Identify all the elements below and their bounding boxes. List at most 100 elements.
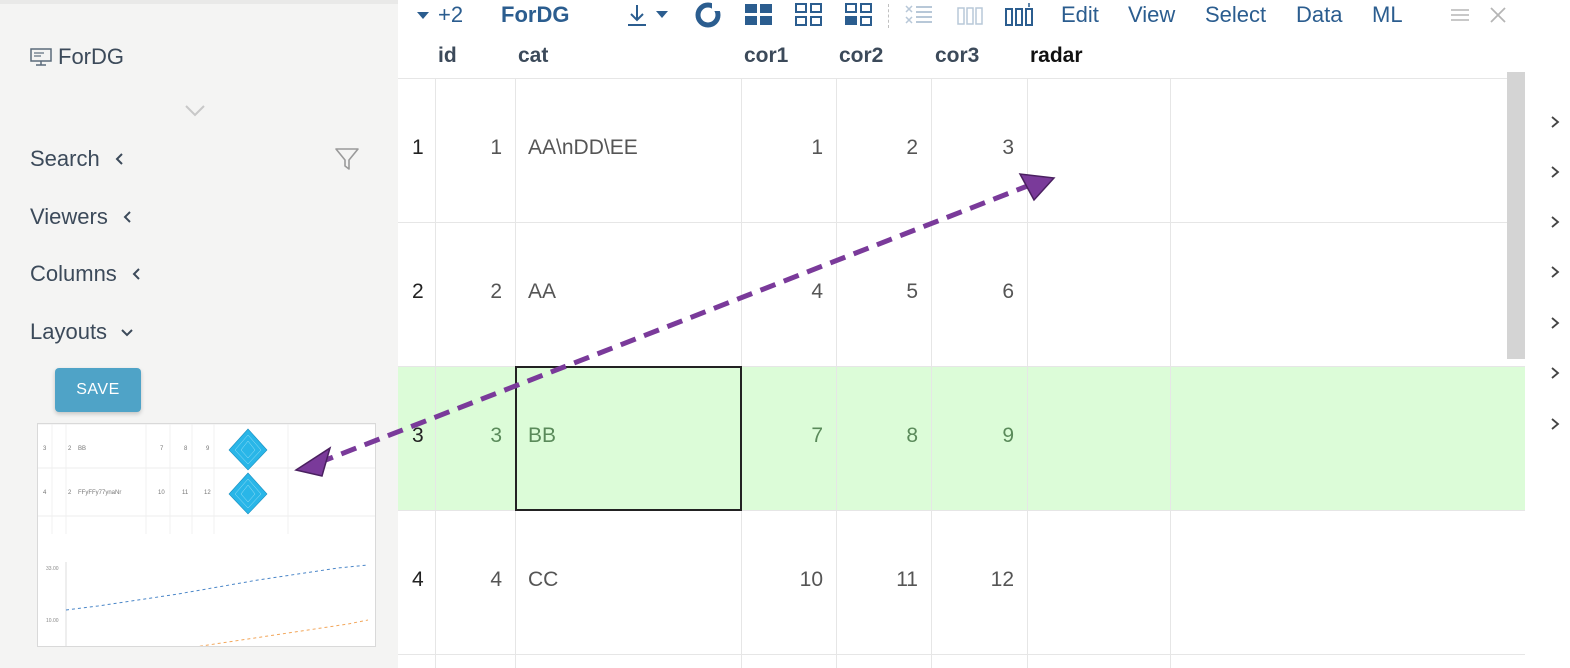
menu-edit[interactable]: Edit <box>1061 2 1099 28</box>
sidebar-item-label: Search <box>30 146 100 171</box>
cell-id[interactable]: 3 <box>458 424 502 448</box>
cell-cor1[interactable]: 10 <box>741 568 823 592</box>
thumb-cat: BB <box>78 446 86 452</box>
grid-layout-icon <box>745 4 772 25</box>
cell-cor1[interactable]: 4 <box>741 280 823 304</box>
sidebar: ForDG Search Viewers Columns Layouts SAV… <box>0 0 398 668</box>
column-header-cor1[interactable]: cor1 <box>744 34 788 78</box>
chevron-right-icon[interactable] <box>1548 316 1562 330</box>
column-divider <box>1170 78 1171 668</box>
sidebar-item-label: Layouts <box>30 319 108 344</box>
cell-cat[interactable]: CC <box>528 568 558 592</box>
chevron-right-icon[interactable] <box>1548 417 1562 431</box>
layout-tiles-button[interactable] <box>794 2 824 28</box>
table-name[interactable]: ForDG <box>501 2 569 28</box>
column-header-cor2[interactable]: cor2 <box>839 34 883 78</box>
chevron-left-icon <box>123 211 131 223</box>
cell-id[interactable]: 4 <box>458 568 502 592</box>
menu-data[interactable]: Data <box>1296 2 1342 28</box>
chevron-right-icon[interactable] <box>1548 366 1562 380</box>
cell-cor3[interactable]: 9 <box>931 424 1014 448</box>
current-cell-outline <box>515 366 742 511</box>
cell-id[interactable]: 2 <box>458 280 502 304</box>
sidebar-item-layouts[interactable]: Layouts <box>30 319 133 345</box>
columns-muted-icon <box>957 7 983 25</box>
thumb-value: 9 <box>206 446 210 452</box>
cell-cat[interactable]: AA\nDD\EE <box>528 136 638 160</box>
sidebar-item-label: Viewers <box>30 204 108 229</box>
layout-mixed-button[interactable] <box>844 2 874 28</box>
more-tables-count: +2 <box>438 2 464 27</box>
layout-thumbnail-preview: 3 2 BB 7 8 9 4 2 FFyFFy77ynaNr 10 11 12 <box>38 424 375 646</box>
menu-select[interactable]: Select <box>1205 2 1266 28</box>
thumb-blue-line <box>65 564 369 611</box>
row-number[interactable]: 1 <box>412 136 424 160</box>
cell-cor3[interactable]: 12 <box>931 568 1014 592</box>
row-number[interactable]: 2 <box>412 280 424 304</box>
menu-ml[interactable]: ML <box>1372 2 1403 28</box>
vertical-scrollbar[interactable] <box>1507 72 1525 359</box>
cell-cor2[interactable]: 2 <box>836 136 918 160</box>
cell-id[interactable]: 1 <box>458 136 502 160</box>
column-header-cat[interactable]: cat <box>518 34 548 78</box>
hamburger-icon <box>1451 9 1469 21</box>
monitor-icon <box>30 48 52 66</box>
chevron-down-icon[interactable] <box>184 104 206 118</box>
refresh-icon <box>695 2 722 28</box>
thumb-value: 8 <box>184 446 188 452</box>
app-title[interactable]: ForDG <box>30 44 124 70</box>
chevron-right-icon[interactable] <box>1548 265 1562 279</box>
cell-cor1[interactable]: 7 <box>741 424 823 448</box>
thumb-axis-label: 33.00 <box>46 566 59 572</box>
cell-cor1[interactable]: 1 <box>741 136 823 160</box>
column-header-id[interactable]: id <box>438 34 457 78</box>
cell-cor2[interactable]: 8 <box>836 424 918 448</box>
thumb-value: 7 <box>160 446 164 452</box>
row-number[interactable]: 3 <box>412 424 424 448</box>
chevron-left-icon <box>132 268 140 280</box>
chevron-right-icon[interactable] <box>1548 165 1562 179</box>
thumb-rownum: 3 <box>43 446 47 452</box>
chevron-right-icon[interactable] <box>1548 215 1562 229</box>
cell-cat[interactable]: AA <box>528 280 556 304</box>
sidebar-item-viewers[interactable]: Viewers <box>30 204 134 230</box>
mixed-layout-icon <box>845 3 872 26</box>
thumb-value: 10 <box>158 490 165 496</box>
cell-cor2[interactable]: 5 <box>836 280 918 304</box>
close-button[interactable] <box>1488 2 1508 28</box>
refresh-button[interactable] <box>694 2 724 28</box>
close-icon <box>1490 7 1506 23</box>
hide-columns-button[interactable] <box>956 2 986 28</box>
column-header-cor3[interactable]: cor3 <box>935 34 979 78</box>
columns-button[interactable] <box>1004 2 1036 28</box>
data-grid: id cat cor1 cor2 cor3 radar 1 1 AA\nDD\E… <box>398 34 1525 668</box>
cell-cor3[interactable]: 3 <box>931 136 1014 160</box>
thumb-value: 11 <box>182 490 189 496</box>
sidebar-item-label: Columns <box>30 261 117 286</box>
toolbar: +2 ForDG Edit View Select Data ML <box>398 0 1525 34</box>
layout-grid-button[interactable] <box>744 2 774 28</box>
row-number[interactable]: 4 <box>412 568 424 592</box>
column-divider <box>435 78 436 668</box>
hamburger-menu-button[interactable] <box>1450 2 1470 28</box>
chevron-left-icon <box>115 153 123 165</box>
more-tables-button[interactable]: +2 <box>416 2 463 28</box>
cell-cor2[interactable]: 11 <box>836 568 918 592</box>
clear-filter-button[interactable] <box>904 2 934 28</box>
sidebar-item-search[interactable]: Search <box>30 146 126 172</box>
thumb-cat: FFyFFy77ynaNr <box>78 490 121 496</box>
column-header-radar[interactable]: radar <box>1030 34 1083 78</box>
row-divider <box>398 222 1525 223</box>
cell-cor3[interactable]: 6 <box>931 280 1014 304</box>
filter-icon[interactable] <box>334 146 360 172</box>
chevron-right-icon[interactable] <box>1548 115 1562 129</box>
menu-view[interactable]: View <box>1128 2 1175 28</box>
app-title-label: ForDG <box>58 44 124 69</box>
toolbar-divider <box>888 4 889 28</box>
save-layout-button[interactable]: SAVE <box>55 368 141 412</box>
caret-down-icon <box>417 12 429 19</box>
layout-thumbnail[interactable]: 3 2 BB 7 8 9 4 2 FFyFFy77ynaNr 10 11 12 <box>37 423 376 647</box>
download-button[interactable] <box>626 2 672 28</box>
right-panel-strip <box>1525 0 1570 668</box>
sidebar-item-columns[interactable]: Columns <box>30 261 143 287</box>
